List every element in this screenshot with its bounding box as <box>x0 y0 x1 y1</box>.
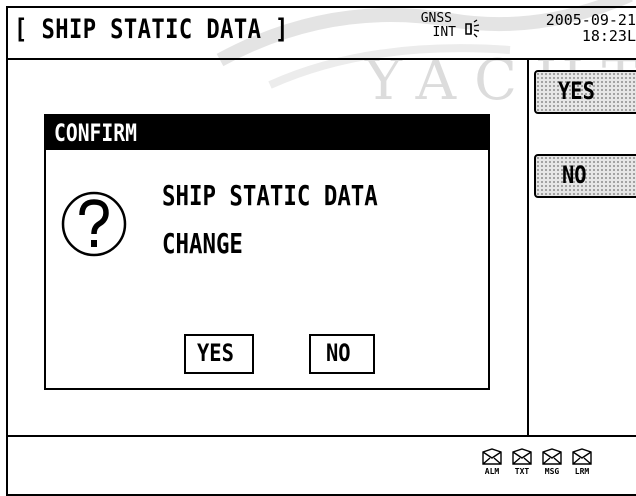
side-yes-button[interactable]: YES <box>534 70 636 114</box>
dialog-title-bar: CONFIRM <box>46 116 488 150</box>
gnss-source: INT <box>432 25 456 40</box>
side-yes-label: YES <box>558 77 595 105</box>
lrm-label: LRM <box>574 467 590 476</box>
side-divider <box>527 58 529 436</box>
txt-icon: TXT <box>508 448 536 484</box>
dialog-title: CONFIRM <box>54 119 137 147</box>
question-icon <box>61 191 127 257</box>
datetime: 2005-09-21 18:23L <box>494 12 636 44</box>
dialog-no-button[interactable]: NO <box>309 334 375 374</box>
antenna-icon <box>465 19 480 38</box>
side-no-label: NO <box>562 161 587 189</box>
side-no-button[interactable]: NO <box>534 154 636 198</box>
gnss-status: GNSS INT <box>412 12 456 40</box>
page-title: [ SHIP STATIC DATA ] <box>14 14 289 45</box>
dialog-yes-label: YES <box>197 339 234 367</box>
dialog-no-label: NO <box>326 339 351 367</box>
dialog-yes-button[interactable]: YES <box>184 334 254 374</box>
msg-label: MSG <box>544 467 560 476</box>
ais-screen: YACHT [ SHIP STATIC DATA ] GNSS INT 2005… <box>0 0 636 496</box>
msg-icon: MSG <box>538 448 566 484</box>
message-line-2: CHANGE <box>162 227 243 260</box>
dialog-message: SHIP STATIC DATA CHANGE <box>162 172 378 268</box>
alm-label: ALM <box>484 467 500 476</box>
time-text: 18:23L <box>581 27 636 45</box>
date-text: 2005-09-21 <box>545 11 636 29</box>
lrm-icon: LRM <box>568 448 596 484</box>
header-bar: [ SHIP STATIC DATA ] GNSS INT 2005-09-21… <box>8 8 636 60</box>
txt-label: TXT <box>514 467 530 476</box>
status-divider <box>8 435 636 437</box>
confirm-dialog: CONFIRM SHIP STATIC DATA CHANGE YES NO <box>44 114 490 390</box>
gnss-label: GNSS <box>420 11 452 26</box>
alm-icon: ALM <box>478 448 506 484</box>
message-line-1: SHIP STATIC DATA <box>162 179 378 212</box>
